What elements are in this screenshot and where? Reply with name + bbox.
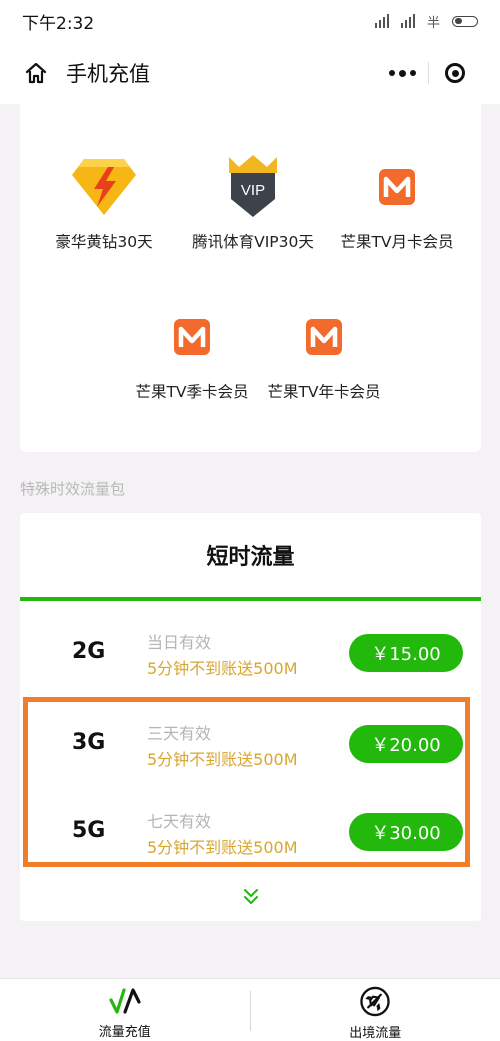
plan-name: 2G	[72, 639, 105, 664]
vip-item-label: 豪华黄钻30天	[24, 230, 184, 252]
nav-bar: 手机充值	[0, 42, 500, 104]
vip-item-label: 腾讯体育VIP30天	[173, 230, 333, 252]
mango-tv-icon	[304, 317, 344, 357]
yellow-diamond-icon	[70, 157, 138, 217]
vip-item-label: 芒果TV月卡会员	[317, 230, 477, 252]
tab-label: 出境流量	[349, 1022, 401, 1041]
mango-tv-icon	[377, 167, 417, 207]
vip-shield-icon: VIP	[227, 155, 279, 219]
flow-card-title: 短时流量	[20, 513, 481, 601]
close-circle-icon	[445, 63, 465, 83]
mango-tv-icon	[172, 317, 212, 357]
vip-products-card: 豪华黄钻30天 VIP 腾讯体育VIP30天 芒果TV月卡会员 芒	[20, 104, 481, 452]
tab-outbound-flow[interactable]: 出境流量	[251, 979, 500, 1041]
vip-item-mango-month[interactable]: 芒果TV月卡会员	[317, 152, 477, 252]
section-title: 特殊时效流量包	[20, 478, 125, 499]
signal-icon-2	[401, 14, 415, 28]
airplane-icon	[359, 986, 391, 1017]
vip-item-mango-year[interactable]: 芒果TV年卡会员	[244, 302, 404, 402]
battery-icon	[452, 16, 478, 27]
page-title: 手机充值	[66, 58, 150, 88]
more-icon[interactable]	[376, 70, 428, 77]
plan-validity: 当日有效	[147, 629, 211, 653]
status-glyph: 半	[427, 12, 440, 31]
vip-item-yellow-diamond[interactable]: 豪华黄钻30天	[24, 152, 184, 252]
close-program-button[interactable]	[429, 63, 481, 83]
status-bar: 下午2:32 半	[0, 0, 500, 42]
flow-recharge-icon	[108, 986, 142, 1016]
signal-icon	[375, 14, 389, 28]
expand-more-icon[interactable]	[240, 887, 262, 907]
tab-flow-recharge[interactable]: 流量充值	[0, 979, 250, 1041]
vip-item-tencent-sports[interactable]: VIP 腾讯体育VIP30天	[173, 152, 333, 252]
plan-bonus: 5分钟不到账送500M	[147, 655, 298, 679]
price-button[interactable]: ￥15.00	[349, 634, 463, 672]
status-time: 下午2:32	[22, 9, 94, 34]
vip-badge-text: VIP	[241, 182, 265, 199]
vip-item-label: 芒果TV年卡会员	[244, 380, 404, 402]
status-icons: 半	[375, 12, 478, 31]
bottom-tab-bar: 流量充值 出境流量	[0, 978, 500, 1041]
flow-plan-row: 2G 当日有效 5分钟不到账送500M ￥15.00	[20, 617, 481, 697]
mini-program-capsule	[376, 55, 482, 91]
home-icon[interactable]	[18, 55, 54, 91]
highlight-box	[23, 697, 470, 867]
tab-label: 流量充值	[99, 1021, 151, 1040]
